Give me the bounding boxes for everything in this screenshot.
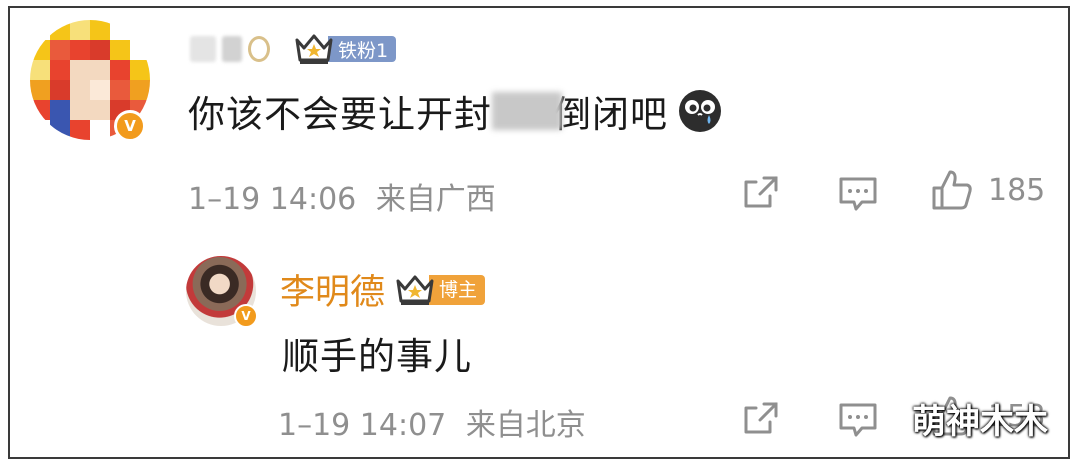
comment-location: 来自广西 — [375, 182, 496, 217]
mosaic-cell — [90, 60, 110, 80]
reply-author-name[interactable]: 李明德 — [280, 264, 385, 315]
thumbs-up-icon — [932, 170, 972, 210]
share-icon — [744, 402, 778, 434]
owner-badge-label: 博主 — [429, 274, 486, 305]
mosaic-cell — [90, 120, 110, 140]
mosaic-cell — [30, 20, 50, 40]
verified-icon: V — [234, 304, 258, 328]
fan-level-badge: 铁粉1 — [294, 32, 397, 66]
share-button[interactable] — [742, 400, 780, 436]
mosaic-cell — [50, 20, 70, 40]
mosaic-cell — [90, 40, 110, 60]
mosaic-cell — [110, 40, 130, 60]
mosaic-cell — [30, 40, 50, 60]
mosaic-cell — [50, 100, 70, 120]
mosaic-cell — [130, 20, 150, 40]
mosaic-cell — [50, 60, 70, 80]
mosaic-cell — [50, 120, 70, 140]
comment-icon — [839, 403, 877, 437]
comment-text: 你该不会要让开封 倒闭吧 — [188, 84, 722, 138]
share-button[interactable] — [742, 174, 780, 210]
mosaic-cell — [90, 80, 110, 100]
mosaic-cell — [110, 60, 130, 80]
mosaic-cell — [30, 100, 50, 120]
comment-icon — [839, 177, 877, 211]
comment-text-part: 你该不会要让开封 — [188, 93, 492, 136]
mosaic-cell — [90, 100, 110, 120]
ring-icon — [248, 36, 270, 62]
blurred-username — [222, 36, 242, 62]
comment-button[interactable] — [838, 402, 878, 438]
reply-location: 来自北京 — [465, 408, 586, 443]
comment-text-part: 倒闭吧 — [554, 93, 668, 136]
comment-time: 1–19 14:06 — [188, 182, 357, 217]
mosaic-cell — [30, 80, 50, 100]
mosaic-cell — [110, 80, 130, 100]
watermark: 萌神木木 — [912, 402, 1048, 442]
share-icon — [744, 176, 778, 208]
mosaic-cell — [110, 20, 130, 40]
mosaic-cell — [130, 80, 150, 100]
blurred-text — [492, 92, 562, 130]
mosaic-cell — [50, 80, 70, 100]
mosaic-cell — [130, 40, 150, 60]
mosaic-cell — [90, 20, 110, 40]
reply-time: 1–19 14:07 — [278, 408, 447, 443]
comment-button[interactable] — [838, 176, 878, 212]
crown-icon — [295, 34, 333, 64]
mosaic-cell — [70, 20, 90, 40]
comment-meta: 1–19 14:06 来自广西 — [188, 174, 496, 218]
owner-badge: 博主 — [395, 273, 486, 307]
fan-badge-label: 铁粉1 — [328, 36, 397, 62]
blurred-username — [190, 36, 216, 62]
mosaic-cell — [130, 60, 150, 80]
crying-face-icon — [679, 90, 721, 132]
mosaic-cell — [70, 100, 90, 120]
comment-card: V 铁粉1 你该不会要让开封 倒闭吧 1–19 14:06 来自广西 185 V… — [8, 6, 1070, 459]
mosaic-cell — [30, 60, 50, 80]
mosaic-cell — [50, 40, 70, 60]
commenter-name-row[interactable]: 铁粉1 — [190, 32, 397, 66]
like-count: 185 — [988, 172, 1046, 208]
crown-icon — [396, 275, 434, 305]
mosaic-cell — [70, 120, 90, 140]
mosaic-cell — [30, 120, 50, 140]
mosaic-cell — [70, 80, 90, 100]
reply-meta: 1–19 14:07 来自北京 — [278, 400, 586, 444]
mosaic-cell — [70, 60, 90, 80]
reply-author-row: 李明德 博主 — [280, 264, 486, 315]
like-button[interactable]: 185 — [930, 168, 1045, 212]
reply-text: 顺手的事儿 — [282, 335, 472, 378]
mosaic-cell — [70, 40, 90, 60]
verified-icon: V — [114, 110, 146, 142]
